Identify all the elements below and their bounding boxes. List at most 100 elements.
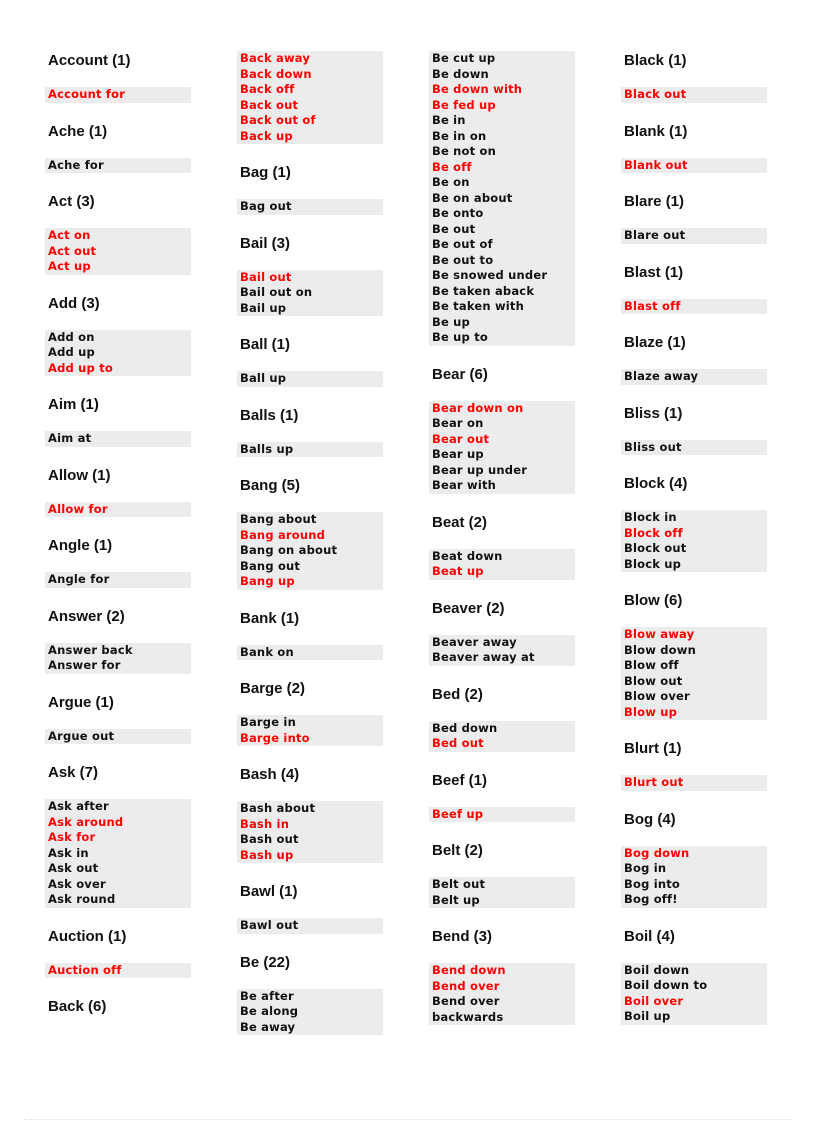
- verb-heading: Blow (6): [624, 592, 683, 609]
- phrasal-verb-item: Blow up: [624, 704, 678, 719]
- phrasal-verb-item: backwards: [432, 1009, 504, 1024]
- column-4: Black (1) Black out Blank (1) Blank out Blar…: [621, 51, 771, 1044]
- phrasal-verb-item: Ask over: [48, 876, 106, 891]
- phrasal-verb-group: Belt out Belt up: [429, 877, 575, 908]
- phrasal-verb-item: Bash about: [240, 801, 316, 815]
- phrasal-verb-item: Bend down: [432, 963, 506, 977]
- phrasal-verb-item: Blare out: [624, 228, 686, 242]
- phrasal-verb-group: Bed down Bed out: [429, 720, 575, 752]
- phrasal-verb-item: Bash in: [240, 816, 290, 831]
- phrasal-verb-item: Add up: [48, 345, 95, 359]
- verb-heading: Bawl (1): [240, 883, 298, 900]
- verb-heading: Bail (3): [240, 234, 291, 252]
- phrasal-verb-item: Bang around: [240, 527, 326, 542]
- verb-heading: Allow (1): [48, 466, 111, 484]
- verb-heading: Ball (1): [240, 336, 291, 353]
- phrasal-verb-item: Bog off!: [624, 892, 678, 906]
- phrasal-verb-item: Account for: [48, 87, 126, 101]
- verb-heading: Bear (6): [432, 365, 488, 383]
- column-2: Back away Back down Back off Back out Back o…: [237, 51, 387, 1054]
- phrasal-verb-item: Block in: [624, 510, 677, 524]
- phrasal-verb-item: Bear with: [432, 478, 497, 492]
- phrasal-verb-item: Barge into: [240, 730, 310, 745]
- phrasal-verb-item: Block off: [624, 525, 683, 540]
- phrasal-verb-group: Act on Act out Act up: [45, 228, 191, 275]
- phrasal-verb-item: Be onto: [432, 206, 484, 220]
- verb-heading: Ache (1): [48, 122, 108, 140]
- phrasal-verb-group: Blank out: [621, 157, 767, 173]
- phrasal-verb-item: Allow for: [48, 501, 108, 516]
- phrasal-verb-item: Belt out: [432, 877, 486, 891]
- phrasal-verb-item: Bang about: [240, 512, 317, 526]
- phrasal-verb-item: Be out of: [432, 237, 493, 251]
- verb-heading: Block (4): [624, 475, 688, 492]
- verb-heading: Beef (1): [432, 771, 488, 789]
- phrasal-verb-item: Black out: [624, 87, 687, 101]
- phrasal-verb-item: Bog down: [624, 845, 690, 860]
- phrasal-verb-item: Blow over: [624, 689, 690, 703]
- phrasal-verb-item: Be along: [240, 1004, 299, 1018]
- phrasal-verb-group: Be cut up Be down Be down with Be fed up Be …: [429, 51, 575, 346]
- phrasal-verb-item: Barge in: [240, 715, 296, 729]
- phrasal-verb-item: Bang on about: [240, 543, 338, 557]
- phrasal-verb-item: Bear on: [432, 416, 484, 430]
- phrasal-verb-group: Ask after Ask around Ask for Ask in Ask out A…: [45, 799, 191, 908]
- phrasal-verb-group: Aim at: [45, 431, 191, 447]
- verb-heading: Act (3): [48, 193, 95, 210]
- phrasal-verb-item: Ask around: [48, 814, 124, 829]
- phrasal-verb-item: Back off: [240, 82, 295, 96]
- phrasal-verb-item: Beat down: [432, 548, 503, 563]
- phrasal-verb-item: Be on about: [432, 190, 513, 205]
- phrasal-verb-item: Bliss out: [624, 439, 682, 454]
- phrasal-verb-group: Answer back Answer for: [45, 642, 191, 674]
- verb-heading: Black (1): [624, 52, 687, 69]
- phrasal-verb-item: Blaze away: [624, 369, 699, 383]
- phrasal-verb-item: Bear out: [432, 431, 490, 446]
- phrasal-verb-group: Bear down on Bear on Bear out Bear up Bear u…: [429, 400, 575, 494]
- phrasal-verb-item: Bang up: [240, 574, 295, 588]
- phrasal-verb-item: Boil over: [624, 993, 684, 1008]
- phrasal-verb-item: Ask in: [48, 845, 89, 860]
- phrasal-verb-item: Act on: [48, 228, 91, 242]
- phrasal-verb-item: Blurt out: [624, 775, 684, 789]
- phrasal-verb-group: Account for: [45, 87, 191, 103]
- phrasal-verb-item: Ask for: [48, 830, 96, 844]
- phrasal-verb-group: Argue out: [45, 728, 191, 744]
- verb-heading: Belt (2): [432, 842, 483, 859]
- phrasal-verb-item: Be away: [240, 1019, 296, 1034]
- verb-heading: Blare (1): [624, 193, 685, 210]
- verb-heading: Bag (1): [240, 164, 291, 181]
- phrasal-verb-item: Be in: [432, 113, 466, 127]
- column-3: Be cut up Be down Be down with Be fed up Be …: [429, 51, 579, 1044]
- phrasal-verb-item: Back down: [240, 66, 312, 81]
- phrasal-verb-group: Block in Block off Block out Block up: [621, 510, 767, 572]
- phrasal-verb-group: Allow for: [45, 501, 191, 517]
- phrasal-verb-item: Back away: [240, 51, 311, 65]
- phrasal-verb-group: Add on Add up Add up to: [45, 329, 191, 376]
- phrasal-verb-item: Balls up: [240, 441, 294, 456]
- phrasal-verb-item: Bed down: [432, 720, 498, 735]
- phrasal-verb-item: Angle for: [48, 572, 110, 586]
- phrasal-verb-item: Add up to: [48, 360, 113, 375]
- phrasal-verb-item: Be down with: [432, 82, 523, 96]
- phrasal-verb-item: Bail out: [240, 269, 292, 284]
- phrasal-verb-item: Bed out: [432, 736, 484, 750]
- phrasal-verb-group: Beaver away Beaver away at: [429, 634, 575, 666]
- footer-divider: [24, 1119, 792, 1120]
- phrasal-verb-item: Bog into: [624, 876, 681, 891]
- verb-heading: Argue (1): [48, 693, 114, 711]
- phrasal-verb-item: Ask out: [48, 861, 99, 875]
- phrasal-verb-item: Bawl out: [240, 918, 299, 932]
- phrasal-verb-item: Bang out: [240, 558, 301, 573]
- phrasal-verb-item: Aim at: [48, 431, 92, 445]
- phrasal-verb-item: Be fed up: [432, 97, 496, 112]
- verb-heading: Bed (2): [432, 685, 483, 703]
- phrasal-verb-group: Beat down Beat up: [429, 548, 575, 580]
- phrasal-verb-item: Auction off: [48, 962, 122, 977]
- phrasal-verb-group: Bliss out: [621, 439, 767, 455]
- phrasal-verb-group: Barge in Barge into: [237, 715, 383, 746]
- phrasal-verb-group: Blaze away: [621, 369, 767, 385]
- verb-heading: Angle (1): [48, 537, 113, 554]
- phrasal-verb-item: Back out: [240, 97, 299, 112]
- verb-heading: Back (6): [48, 998, 107, 1015]
